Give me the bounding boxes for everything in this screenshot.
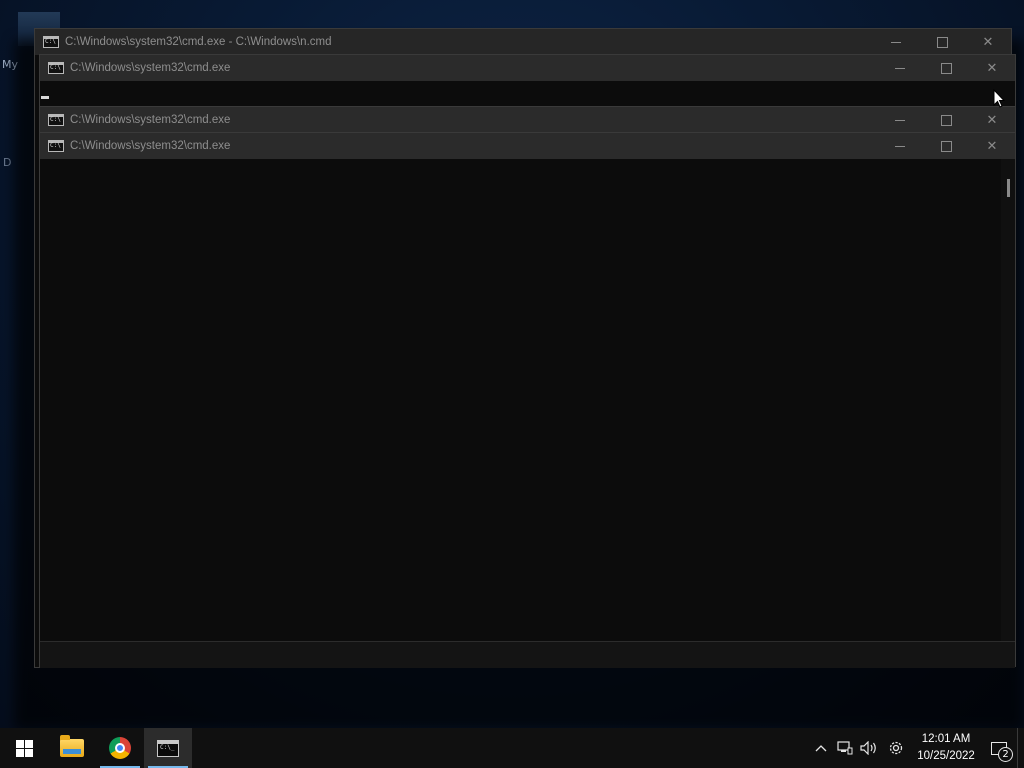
cmd-window-4[interactable]: C:\Windows\system32\cmd.exe ✕ [39,132,1016,668]
maximize-button[interactable] [923,133,969,159]
taskbar-command-prompt[interactable] [144,728,192,768]
window-titlebar[interactable]: C:\Windows\system32\cmd.exe - C:\Windows… [35,29,1011,55]
notification-count-badge: 2 [998,747,1013,762]
maximize-button[interactable] [919,29,965,55]
folder-icon [60,735,84,757]
action-center-button[interactable]: 2 [981,728,1017,768]
taskbar-file-explorer[interactable] [48,728,96,768]
clock-date: 10/25/2022 [917,750,975,762]
window-titlebar[interactable]: C:\Windows\system32\cmd.exe ✕ [40,55,1015,81]
network-icon[interactable] [833,728,857,768]
window-title: C:\Windows\system32\cmd.exe [70,140,231,152]
start-button[interactable] [0,728,48,768]
console-area[interactable] [40,159,1001,641]
cmd-icon [48,114,64,126]
close-button[interactable]: ✕ [965,29,1011,55]
window-title: C:\Windows\system32\cmd.exe - C:\Windows… [65,36,332,48]
show-desktop-button[interactable] [1017,728,1024,768]
mouse-pointer-icon [993,89,1005,108]
scrollbar-thumb[interactable] [1007,179,1010,197]
volume-icon[interactable] [857,728,881,768]
desktop-icon-label: D [3,156,12,169]
taskbar-chrome[interactable] [96,728,144,768]
minimize-button[interactable] [877,133,923,159]
window-title: C:\Windows\system32\cmd.exe [70,114,231,126]
minimize-button[interactable] [877,107,923,133]
taskbar: 12:01 AM 10/25/2022 2 [0,728,1024,768]
system-tray: 12:01 AM 10/25/2022 2 [809,728,1024,768]
cmd-icon [157,739,179,757]
window-title: C:\Windows\system32\cmd.exe [70,62,231,74]
cmd-icon [48,62,64,74]
clock-time: 12:01 AM [921,733,971,745]
minimize-button[interactable] [877,55,923,81]
chrome-icon [109,737,131,759]
close-button[interactable]: ✕ [969,55,1015,81]
cmd-icon [43,36,59,48]
show-hidden-icons-chevron-icon[interactable] [809,728,833,768]
windows-logo-icon [15,739,33,757]
maximize-button[interactable] [923,107,969,133]
console-bottom-bar [40,641,1015,668]
vertical-scrollbar[interactable] [1001,159,1015,641]
close-button[interactable]: ✕ [969,133,1015,159]
close-button[interactable]: ✕ [969,107,1015,133]
maximize-button[interactable] [923,55,969,81]
taskbar-clock[interactable]: 12:01 AM 10/25/2022 [911,731,981,765]
cmd-icon [48,140,64,152]
window-titlebar[interactable]: C:\Windows\system32\cmd.exe ✕ [40,107,1015,133]
settings-gear-icon[interactable] [881,728,911,768]
minimize-button[interactable] [873,29,919,55]
text-cursor [41,96,49,99]
window-titlebar[interactable]: C:\Windows\system32\cmd.exe ✕ [40,133,1015,159]
